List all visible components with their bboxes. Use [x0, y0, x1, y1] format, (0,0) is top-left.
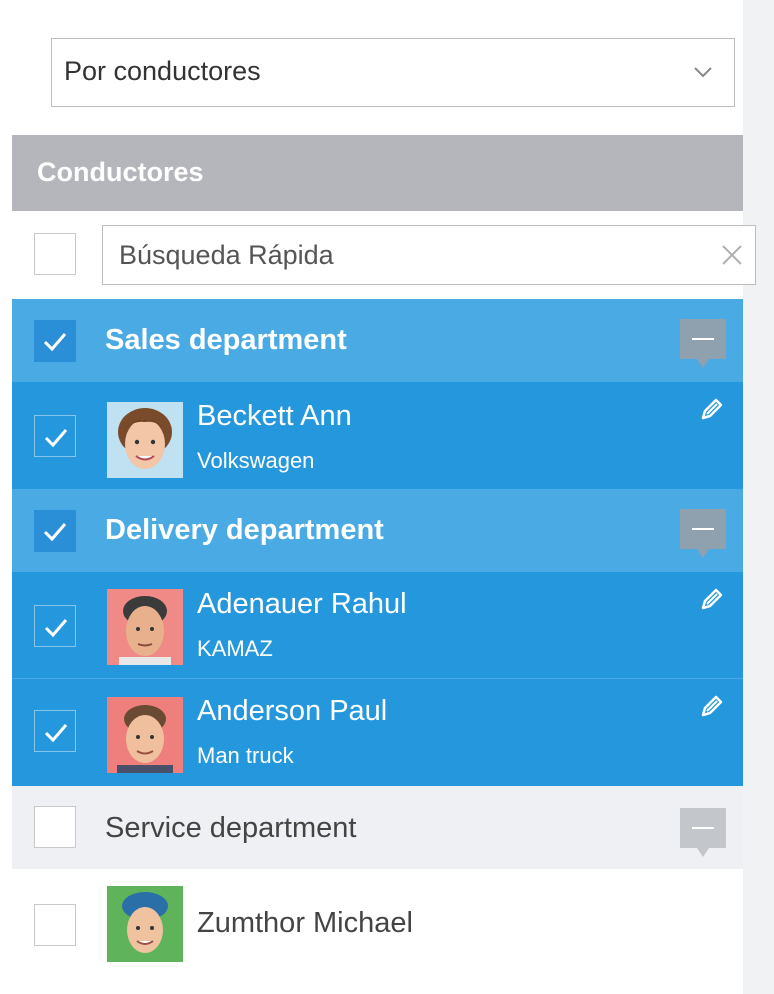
scrollbar-track[interactable]: [743, 0, 774, 994]
minus-icon: [692, 338, 714, 340]
driver-row-adenauer-rahul[interactable]: Adenauer Rahul KAMAZ: [12, 572, 743, 679]
group-checkbox[interactable]: [34, 806, 76, 848]
avatar: [107, 402, 183, 478]
group-row-delivery[interactable]: Delivery department: [12, 489, 743, 572]
search-placeholder: Búsqueda Rápida: [119, 240, 334, 270]
driver-checkbox[interactable]: [34, 710, 76, 752]
panel-title: Conductores: [37, 157, 204, 187]
driver-name: Zumthor Michael: [197, 907, 413, 939]
driver-vehicle: Man truck: [197, 743, 294, 768]
grouping-select[interactable]: Por conductores: [51, 38, 735, 107]
driver-name: Anderson Paul: [197, 695, 388, 727]
checkmark-icon: [43, 523, 67, 542]
collapse-button[interactable]: [680, 319, 726, 368]
panel-header: Conductores: [12, 135, 743, 211]
collapse-button[interactable]: [680, 509, 726, 558]
select-all-checkbox[interactable]: [34, 233, 76, 275]
avatar: [107, 589, 183, 665]
group-label: Sales department: [105, 324, 347, 356]
driver-name: Beckett Ann: [197, 400, 352, 432]
driver-name: Adenauer Rahul: [197, 588, 407, 620]
group-checkbox[interactable]: [34, 320, 76, 362]
driver-checkbox[interactable]: [34, 904, 76, 946]
driver-checkbox[interactable]: [34, 605, 76, 647]
group-checkbox[interactable]: [34, 510, 76, 552]
driver-row-anderson-paul[interactable]: Anderson Paul Man truck: [12, 679, 743, 786]
avatar: [107, 697, 183, 773]
search-input[interactable]: Búsqueda Rápida: [102, 225, 756, 285]
chevron-down-icon: [694, 67, 712, 78]
pencil-icon[interactable]: [697, 586, 725, 614]
checkmark-icon: [44, 429, 68, 448]
checkmark-icon: [44, 724, 68, 743]
group-row-sales[interactable]: Sales department: [12, 299, 743, 382]
avatar: [107, 886, 183, 962]
close-icon[interactable]: [719, 242, 745, 268]
checkmark-icon: [44, 619, 68, 638]
group-label: Delivery department: [105, 514, 384, 546]
pencil-icon[interactable]: [697, 396, 725, 424]
driver-row-beckett-ann[interactable]: Beckett Ann Volkswagen: [12, 382, 743, 489]
collapse-button[interactable]: [680, 808, 726, 857]
driver-checkbox[interactable]: [34, 415, 76, 457]
driver-vehicle: Volkswagen: [197, 448, 315, 473]
search-row: Búsqueda Rápida: [12, 211, 756, 299]
driver-row-zumthor-michael[interactable]: Zumthor Michael: [12, 869, 743, 976]
group-row-service[interactable]: Service department: [12, 786, 743, 869]
checkmark-icon: [43, 333, 67, 352]
grouping-select-value: Por conductores: [64, 56, 261, 86]
group-label: Service department: [105, 812, 357, 844]
driver-vehicle: KAMAZ: [197, 636, 273, 661]
pencil-icon[interactable]: [697, 693, 725, 721]
minus-icon: [692, 827, 714, 829]
minus-icon: [692, 528, 714, 530]
